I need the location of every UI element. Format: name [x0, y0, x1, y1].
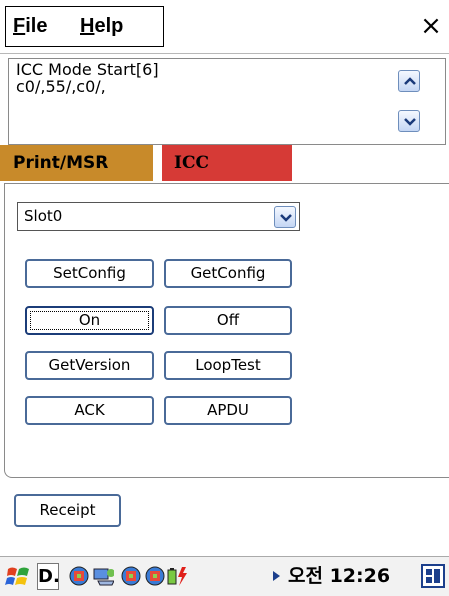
windows-start-icon[interactable]: [5, 565, 31, 589]
menu-help[interactable]: Help: [80, 11, 123, 41]
scroll-up-button[interactable]: [398, 70, 420, 92]
log-text: ICC Mode Start[6] c0/,55/,c0/,: [16, 61, 159, 95]
taskbar-clock[interactable]: 오전 12:26: [288, 561, 390, 591]
slot-dropdown-button[interactable]: [274, 206, 296, 228]
off-button[interactable]: Off: [164, 306, 292, 335]
menu-file[interactable]: File: [13, 11, 47, 41]
chevron-up-icon: [404, 77, 416, 85]
ack-button[interactable]: ACK: [25, 396, 154, 425]
getconfig-button[interactable]: GetConfig: [164, 259, 292, 288]
apdu-button[interactable]: APDU: [164, 396, 292, 425]
focus-outline: [30, 311, 149, 330]
chevron-down-icon: [404, 118, 416, 126]
receipt-button[interactable]: Receipt: [14, 494, 121, 527]
looptest-button[interactable]: LoopTest: [164, 351, 292, 380]
network-icon[interactable]: [68, 565, 90, 587]
battery-charging-icon[interactable]: [166, 565, 188, 587]
input-method-icon[interactable]: [420, 563, 446, 589]
on-button[interactable]: On: [25, 306, 154, 335]
tab-icc[interactable]: ICC: [162, 145, 292, 181]
scroll-down-button[interactable]: [398, 110, 420, 132]
network-icon[interactable]: [120, 565, 142, 587]
chevron-down-icon: [280, 214, 292, 222]
slot-select-value: Slot0: [24, 207, 63, 225]
setconfig-button[interactable]: SetConfig: [25, 259, 154, 288]
network-icon[interactable]: [144, 565, 166, 587]
task-button[interactable]: D.: [37, 563, 60, 590]
sync-icon[interactable]: [92, 565, 114, 587]
getversion-button[interactable]: GetVersion: [25, 351, 154, 380]
tab-print-msr[interactable]: Print/MSR: [0, 145, 153, 181]
close-button[interactable]: ×: [416, 10, 446, 42]
